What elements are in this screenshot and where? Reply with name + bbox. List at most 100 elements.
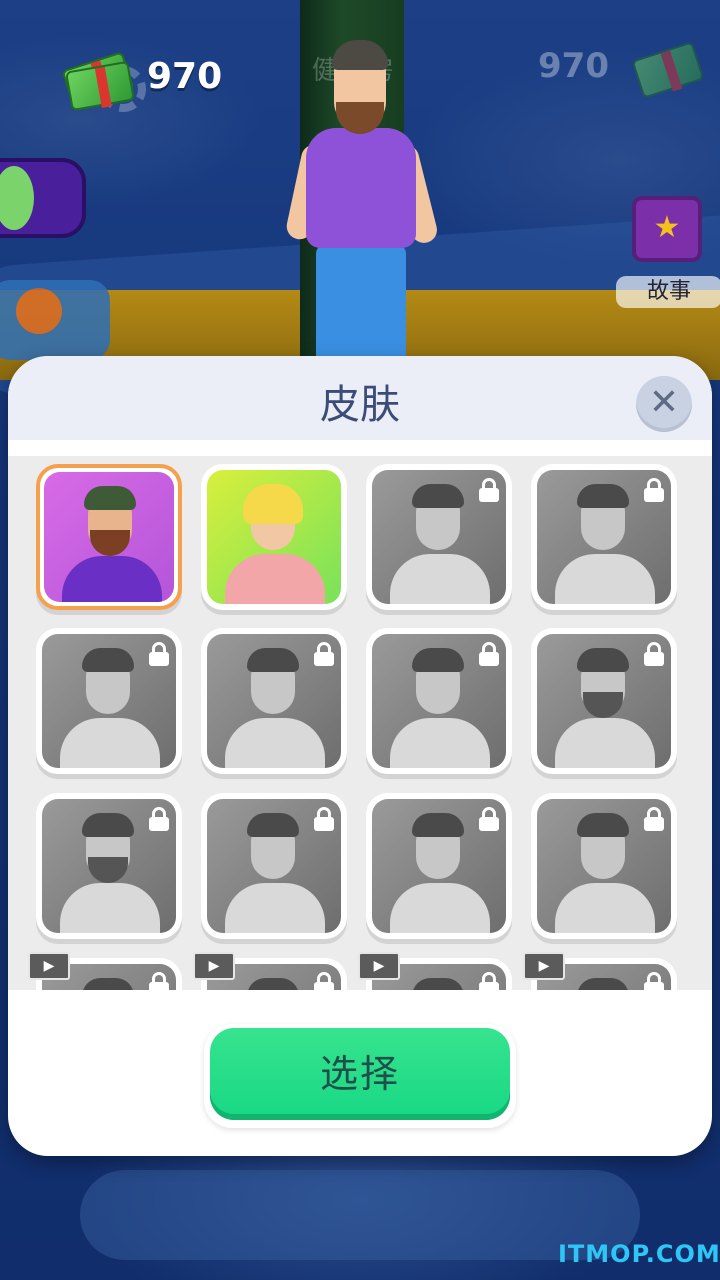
portrait-hair: [577, 813, 629, 837]
frog-button[interactable]: [0, 158, 86, 238]
portrait-body: [390, 554, 490, 604]
portrait-beard: [583, 692, 623, 718]
lock-icon: [148, 972, 170, 990]
watermark: ITMOP.COM: [558, 1240, 720, 1268]
portrait-hair: [412, 813, 464, 837]
skin-portrait: [372, 634, 506, 768]
skin-portrait: [537, 799, 671, 933]
portrait-hair: [82, 648, 134, 672]
skin-portrait: [207, 634, 341, 768]
skin-tile-blonde-woman[interactable]: [201, 464, 347, 610]
skin-portrait: [42, 799, 176, 933]
skin-portrait: [372, 470, 506, 604]
face-icon: [16, 288, 62, 334]
lock-icon: [148, 807, 170, 831]
skin-tile-bald-bearded-man[interactable]: [36, 793, 182, 939]
character-shirt: [306, 128, 416, 248]
lock-icon: [313, 807, 335, 831]
portrait-hair: [412, 484, 464, 508]
portrait-beard: [88, 857, 128, 883]
lock-icon: [478, 972, 500, 990]
portrait-body: [225, 718, 325, 768]
story-label: 故事: [616, 276, 720, 308]
skin-tile-hat-woman[interactable]: [366, 464, 512, 610]
skin-tile-collar-man[interactable]: [531, 793, 677, 939]
skin-portrait: [207, 799, 341, 933]
portrait-body: [390, 718, 490, 768]
skin-portrait: [44, 472, 174, 602]
lock-icon: [313, 642, 335, 666]
character-beanie: [332, 40, 388, 70]
portrait-hair: [577, 978, 629, 990]
skin-tile-headphones-man[interactable]: [531, 628, 677, 774]
skin-tile-video-skin-2[interactable]: ▶: [193, 952, 347, 990]
portrait-hair: [577, 648, 629, 672]
portrait-body: [62, 556, 162, 602]
skin-portrait: [537, 634, 671, 768]
portrait-hair: [412, 648, 464, 672]
lock-icon: [478, 478, 500, 502]
portrait-hair: [82, 813, 134, 837]
select-button[interactable]: 选择: [204, 1024, 516, 1128]
portrait-hair: [247, 978, 299, 990]
portrait-body: [555, 554, 655, 604]
video-ad-icon: ▶: [523, 952, 565, 980]
lock-icon: [643, 972, 665, 990]
skin-tile-video-skin-1[interactable]: ▶: [28, 952, 182, 990]
portrait-beard: [90, 530, 130, 556]
skin-tile-tie-man[interactable]: [201, 793, 347, 939]
story-button[interactable]: ★ 故事: [610, 196, 720, 308]
portrait-hair: [84, 486, 136, 510]
select-button-label: 选择: [210, 1028, 510, 1120]
skin-portrait: [372, 799, 506, 933]
skin-tile-bun-glasses-woman[interactable]: [201, 628, 347, 774]
skin-tile-headband-glasses[interactable]: [36, 628, 182, 774]
portrait-hair: [82, 978, 134, 990]
coin-counter: 970: [147, 56, 223, 97]
skin-tile-glasses-man[interactable]: [366, 793, 512, 939]
portrait-hair: [412, 978, 464, 990]
skin-tile-video-skin-3[interactable]: ▶: [358, 952, 512, 990]
portrait-body: [555, 718, 655, 768]
lock-icon: [478, 642, 500, 666]
skin-portrait: [537, 470, 671, 604]
portrait-hair: [247, 813, 299, 837]
skin-tile-curly-woman[interactable]: [531, 464, 677, 610]
modal-title: 皮肤: [320, 382, 400, 428]
video-ad-icon: ▶: [28, 952, 70, 980]
cash-icon-dim: [631, 40, 705, 99]
lock-icon: [643, 478, 665, 502]
portrait-body: [555, 883, 655, 933]
skin-portrait: [207, 470, 341, 604]
frog-icon: [0, 166, 34, 230]
portrait-hair: [247, 648, 299, 672]
portrait-body: [60, 883, 160, 933]
skin-tile-hoodie-man[interactable]: [366, 628, 512, 774]
player-character: [284, 40, 440, 370]
video-ad-icon: ▶: [193, 952, 235, 980]
star-book-icon: ★: [632, 196, 702, 262]
emoji-button[interactable]: [0, 280, 110, 360]
skin-grid[interactable]: ▶ ▶ ▶ ▶: [8, 456, 712, 990]
portrait-hair: [577, 484, 629, 508]
cash-icon: [61, 50, 135, 112]
lock-icon: [643, 807, 665, 831]
portrait-body: [390, 883, 490, 933]
skin-portrait: [42, 634, 176, 768]
skin-modal: 皮肤 ✕ ▶ ▶ ▶ ▶ 选择: [8, 356, 712, 1156]
close-button[interactable]: ✕: [636, 376, 692, 432]
portrait-body: [225, 883, 325, 933]
lock-icon: [148, 642, 170, 666]
modal-header: 皮肤 ✕: [8, 356, 712, 440]
background-shape: [80, 1170, 640, 1260]
coin-counter-dim: 970: [538, 46, 609, 86]
video-ad-icon: ▶: [358, 952, 400, 980]
skin-tile-bearded-man[interactable]: [36, 464, 182, 610]
portrait-hair: [243, 484, 303, 524]
skin-tile-video-skin-4[interactable]: ▶: [523, 952, 677, 990]
portrait-body: [225, 554, 325, 604]
lock-icon: [643, 642, 665, 666]
character-pants: [316, 244, 406, 370]
portrait-body: [60, 718, 160, 768]
close-icon: ✕: [648, 382, 680, 423]
